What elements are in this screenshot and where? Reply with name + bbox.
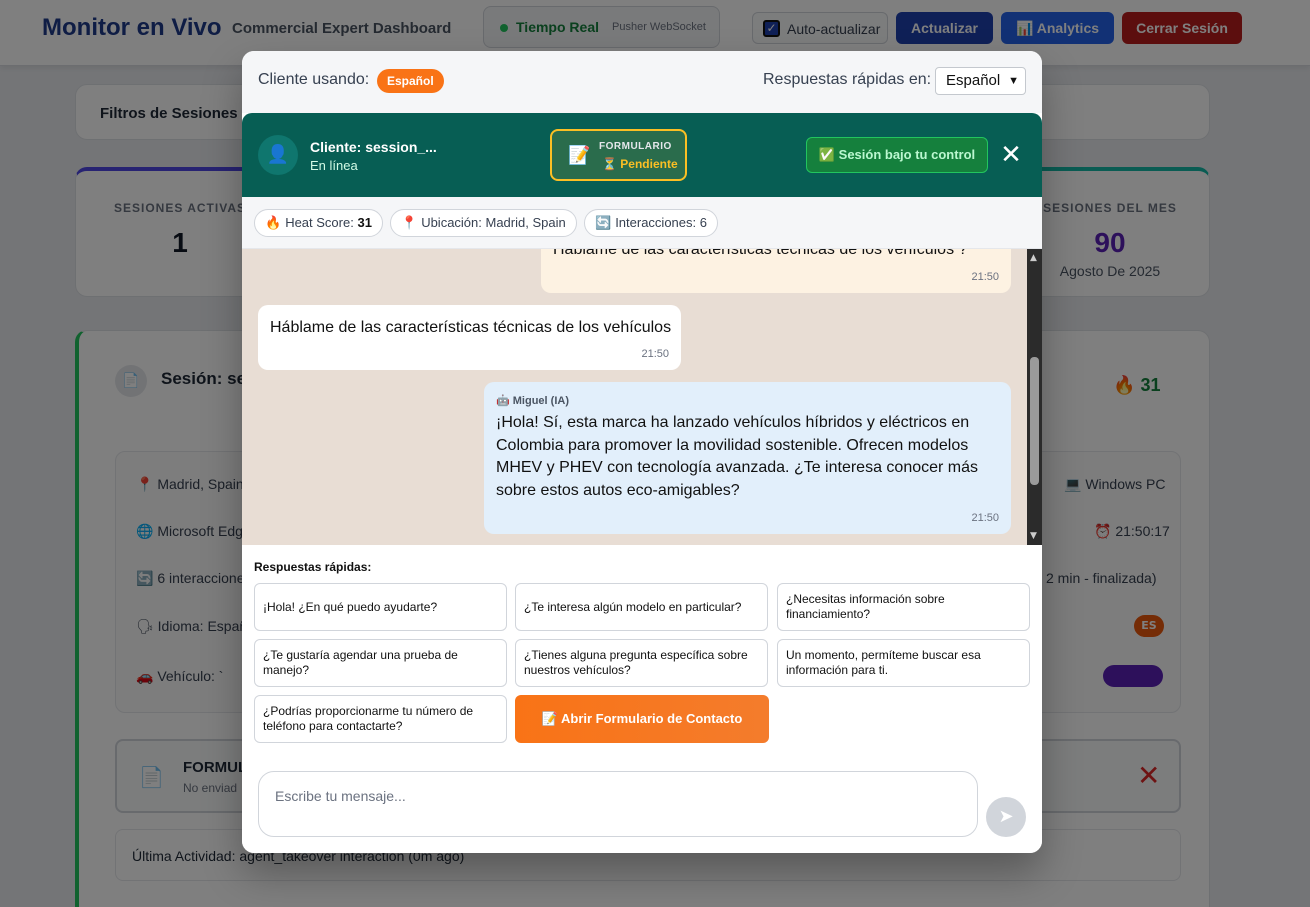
quick-reply-button[interactable]: ¿Te interesa algún modelo en particular? [515,583,768,631]
close-icon[interactable]: ✕ [1000,137,1022,173]
quick-language-value: Español [946,72,1001,89]
chat-messages[interactable]: Háblame de las características técnicas … [242,249,1027,545]
send-icon[interactable]: ➤ [986,797,1026,837]
client-status: En línea [310,158,358,173]
message-client: Háblame de las características técnicas … [541,249,1011,293]
session-control-button[interactable]: ✅ Sesión bajo tu control [806,137,988,173]
quick-reply-button[interactable]: Un momento, permíteme buscar esa informa… [777,639,1030,687]
interactions-chip: 🔄 Interacciones: 6 [584,209,718,237]
scroll-thumb[interactable] [1030,357,1039,485]
quick-reply-button[interactable]: ¿Tienes alguna pregunta específica sobre… [515,639,768,687]
form-status-value: ⏳ Pendiente [602,157,678,171]
scroll-up-icon[interactable]: ▲ [1030,253,1037,263]
message-time: 21:50 [971,512,999,524]
location-chip: 📍 Ubicación: Madrid, Spain [390,209,577,237]
client-language-badge: Español [377,69,444,93]
avatar: 👤 [258,135,298,175]
form-status-title: FORMULARIO [599,141,672,152]
pin-icon: 📍 [401,215,418,230]
heat-value: 31 [357,215,372,230]
open-contact-form-button[interactable]: 📝 Abrir Formulario de Contacto [515,695,769,743]
scroll-down-icon[interactable]: ▼ [1030,531,1037,541]
client-name: Cliente: session_... [310,139,437,155]
quick-reply-button[interactable]: ¿Te gustaría agendar una prueba de manej… [254,639,507,687]
author-name: Miguel (IA) [512,395,569,407]
message-author: 🤖 Miguel (IA) [496,394,569,407]
chat-scrollbar[interactable]: ▲ ▼ [1027,249,1042,545]
quick-replies-panel: Respuestas rápidas: ¡Hola! ¿En qué puedo… [242,545,1042,853]
client-language-label: Cliente usando: [258,71,370,88]
message-text: Háblame de las características técnicas … [553,249,968,258]
quick-reply-button[interactable]: ¡Hola! ¿En qué puedo ayudarte? [254,583,507,631]
interactions-text: Interacciones: 6 [615,215,707,230]
form-icon: 📝 [568,145,591,166]
message-time: 21:50 [641,348,669,360]
refresh-icon: 🔄 [595,215,612,230]
message-input[interactable]: Escribe tu mensaje... [258,771,978,837]
quick-reply-button[interactable]: ¿Podrías proporcionarme tu número de tel… [254,695,507,743]
message-time: 21:50 [971,271,999,283]
chevron-down-icon: ▼ [1008,75,1019,87]
quick-reply-button[interactable]: ¿Necesitas información sobre financiamie… [777,583,1030,631]
message-text: ¡Hola! Sí, esta marca ha lanzado vehícul… [496,414,979,499]
quick-language-label: Respuestas rápidas en: [763,71,932,88]
quick-replies-title: Respuestas rápidas: [254,560,372,574]
message-text: Háblame de las características técnicas … [270,319,672,336]
robot-icon: 🤖 [496,395,510,407]
message-client: Háblame de las características técnicas … [258,305,681,370]
quick-language-select[interactable]: Español ▼ [935,67,1026,95]
chat-header: 👤 Cliente: session_... En línea 📝 FORMUL… [242,113,1042,197]
location-text: Ubicación: Madrid, Spain [421,215,566,230]
language-bar: Cliente usando: Español Respuestas rápid… [242,51,1042,113]
message-ai: 🤖 Miguel (IA) ¡Hola! Sí, esta marca ha l… [484,382,1011,534]
fire-icon: 🔥 [265,215,282,230]
heat-score-chip: 🔥 Heat Score: 31 [254,209,383,237]
chat-modal: Cliente usando: Español Respuestas rápid… [242,51,1042,853]
form-status-badge: 📝 FORMULARIO ⏳ Pendiente [550,129,687,181]
info-chips: 🔥 Heat Score: 31 📍 Ubicación: Madrid, Spai… [242,197,1042,249]
heat-label: Heat Score: [285,215,354,230]
